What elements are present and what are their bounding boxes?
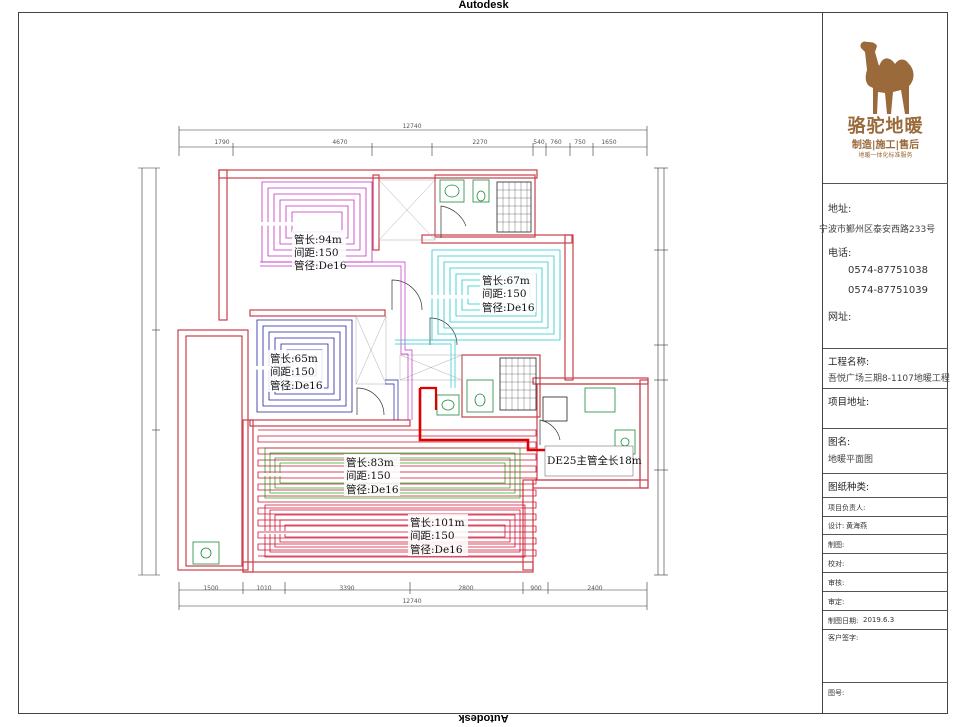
divider	[823, 516, 948, 517]
divider	[823, 348, 948, 349]
divider	[823, 629, 948, 630]
loop-101-spacing: 间距:150	[410, 529, 455, 542]
project-name-label: 工程名称:	[828, 357, 870, 368]
divider	[823, 388, 948, 389]
loop-101-length: 管长:101m	[410, 516, 465, 529]
top-total-dimension: 12740	[402, 123, 421, 130]
top-dim-2: 4670	[332, 139, 347, 146]
title-block: 骆驼地暖 制造|施工|售后 地暖一体化标准服务 地址: 宁波市鄞州区泰安西路23…	[819, 12, 950, 714]
address-label: 地址:	[828, 204, 852, 215]
left-dimension	[138, 167, 160, 576]
feed-pipes	[260, 261, 456, 420]
divider	[823, 682, 948, 683]
loop-65-length: 管长:65m	[270, 352, 318, 365]
bottom-dim-3: 3390	[339, 585, 354, 592]
bottom-dim-5: 900	[530, 585, 542, 592]
loop-67-length: 管长:67m	[482, 274, 530, 287]
phone-label: 电话:	[828, 248, 852, 259]
approve-label: 审定:	[828, 598, 845, 606]
top-dim-5: 760	[550, 139, 562, 146]
figure-no-label: 图号:	[828, 689, 845, 697]
loop-67-diameter: 管径:De16	[482, 301, 535, 314]
bottom-dim-4: 2800	[458, 585, 473, 592]
main-pipe-manifold	[420, 386, 438, 410]
floor-heating-plan[interactable]: 12740 1790 4670 2270 540 760 750 1650 15	[0, 0, 822, 727]
bottom-total-dimension: 12740	[402, 598, 421, 605]
bottom-dim-2: 1010	[256, 585, 271, 592]
project-lead-label: 项目负责人:	[828, 504, 866, 512]
designer-label: 设计:	[828, 522, 845, 530]
client-sign-label: 客户签字:	[828, 634, 859, 642]
check-label: 校对:	[828, 560, 845, 568]
date-label: 制图日期:	[828, 617, 859, 625]
divider	[823, 591, 948, 592]
divider	[823, 473, 948, 474]
divider	[823, 534, 948, 535]
project-address-label: 项目地址:	[828, 397, 870, 408]
loop-101-diameter: 管径:De16	[410, 543, 463, 556]
top-dim-1: 1790	[214, 139, 229, 146]
loop-83-spacing: 间距:150	[346, 469, 391, 482]
bathroom-fixtures	[192, 179, 636, 565]
bottom-dimension	[178, 582, 648, 610]
right-dimension	[654, 167, 668, 576]
phone-1: 0574-87751038	[848, 265, 928, 276]
address-value: 宁波市鄞州区泰安西路233号	[819, 225, 936, 235]
bottom-dim-6: 2400	[587, 585, 602, 592]
drawing-name-label: 图名:	[828, 437, 851, 448]
main-supply-pipe	[418, 388, 545, 452]
brand-slogan: 制造|施工|售后	[851, 140, 920, 151]
doors	[356, 205, 561, 445]
bottom-dim-1: 1500	[203, 585, 218, 592]
draft-label: 制图:	[828, 541, 845, 549]
divider	[823, 497, 948, 498]
loop-94-length: 管长:94m	[294, 233, 342, 246]
loop-94-diameter: 管径:De16	[294, 259, 347, 272]
main-pipe-label: DE25主管全长18m	[547, 454, 642, 467]
top-dim-3: 2270	[472, 139, 487, 146]
divider	[823, 553, 948, 554]
project-name-value: 吾悦广场三期8-1107地暖工程	[828, 374, 950, 384]
camel-logo-icon	[860, 41, 914, 114]
brand-name: 骆驼地暖	[847, 116, 924, 137]
loop-67-spacing: 间距:150	[482, 287, 527, 300]
divider	[823, 428, 948, 429]
designer-value: 黄海燕	[846, 522, 867, 530]
drawing-type-label: 图纸种类:	[828, 482, 870, 493]
phone-2: 0574-87751039	[848, 285, 928, 296]
drawing-name-value: 地暖平面图	[828, 455, 874, 465]
loop-65-diameter: 管径:De16	[270, 379, 323, 392]
brand-subtitle: 地暖一体化标准服务	[858, 152, 913, 159]
walls	[177, 169, 649, 573]
date-value: 2019.6.3	[863, 616, 895, 624]
loop-65-spacing: 间距:150	[270, 365, 315, 378]
top-dim-7: 1650	[601, 139, 616, 146]
loop-94-spacing: 间距:150	[294, 246, 339, 259]
website-label: 网址:	[828, 312, 852, 323]
divider	[823, 572, 948, 573]
loop-83-diameter: 管径:De16	[346, 483, 399, 496]
top-dim-4: 540	[533, 139, 545, 146]
divider	[823, 183, 948, 184]
top-dim-6: 750	[574, 139, 586, 146]
review-label: 审核:	[828, 579, 845, 587]
loop-83-length: 管长:83m	[346, 456, 394, 469]
divider	[823, 610, 948, 611]
